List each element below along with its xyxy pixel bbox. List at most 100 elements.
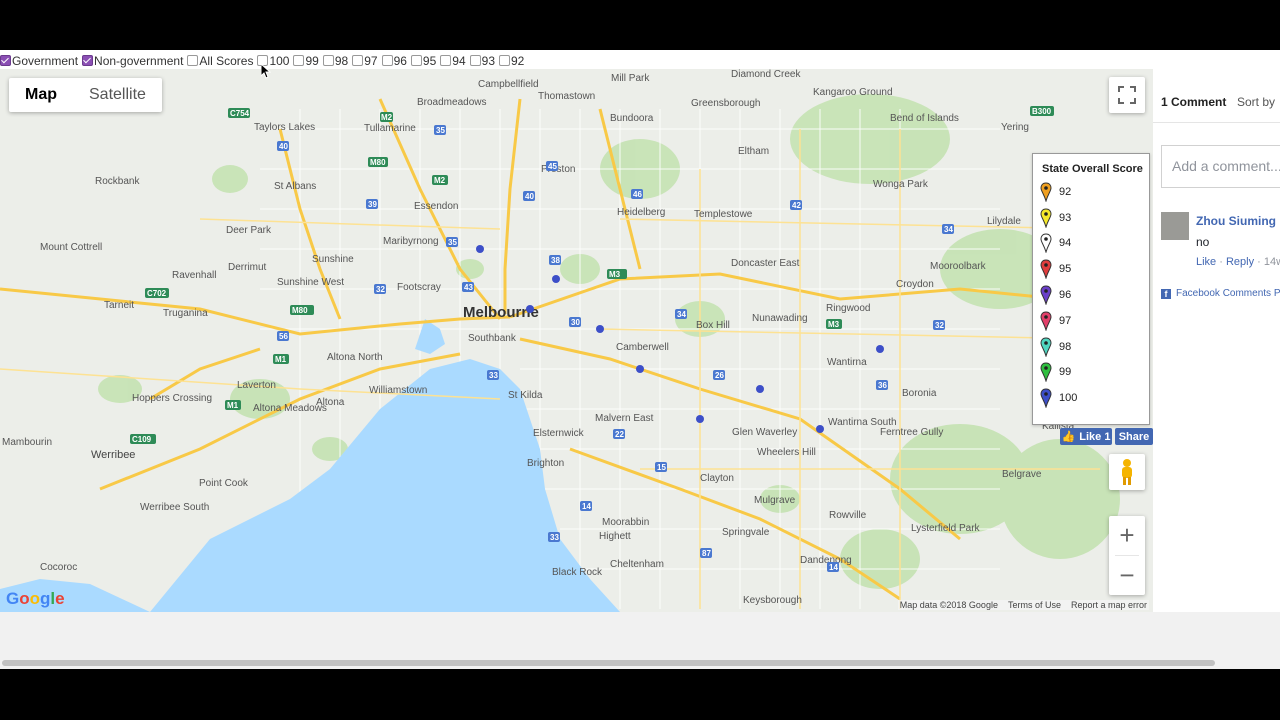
filter-score-95[interactable]: 95 <box>410 54 436 68</box>
horizontal-scrollbar[interactable] <box>0 657 1280 669</box>
svg-text:46: 46 <box>633 190 642 199</box>
place-label: Brighton <box>527 458 564 469</box>
place-label: Laverton <box>237 380 276 391</box>
checkbox-score[interactable] <box>410 55 422 66</box>
place-label: Sunshine West <box>277 277 344 288</box>
comment-timestamp: 14w <box>1263 256 1280 268</box>
svg-text:34: 34 <box>944 225 953 234</box>
place-label: Lilydale <box>987 216 1021 227</box>
legend-item: 95 <box>1040 256 1149 282</box>
fullscreen-button[interactable] <box>1109 77 1145 113</box>
checkbox-score[interactable] <box>469 55 481 66</box>
thumbs-up-icon: 👍 <box>1061 431 1076 443</box>
google-logo-letter: g <box>40 589 51 608</box>
svg-text:M80: M80 <box>370 158 386 167</box>
sort-by-dropdown[interactable]: Sort by <box>1237 95 1275 109</box>
place-label: Mulgrave <box>754 495 796 506</box>
place-label: Footscray <box>397 282 441 293</box>
place-label: Dandenong <box>800 555 852 566</box>
legend-item: 96 <box>1040 282 1149 308</box>
place-label: Ravenhall <box>172 270 216 281</box>
mouse-cursor-icon <box>261 64 271 79</box>
report-map-error-link[interactable]: Report a map error <box>1071 600 1147 610</box>
svg-text:14: 14 <box>829 563 838 572</box>
place-label: Eltham <box>738 146 769 157</box>
filter-all-scores[interactable]: All Scores <box>187 54 253 68</box>
svg-text:34: 34 <box>677 310 686 319</box>
zoom-out-button[interactable]: − <box>1109 556 1145 595</box>
comment-reply-link[interactable]: Reply <box>1226 256 1254 268</box>
filter-score-92[interactable]: 92 <box>499 54 524 68</box>
facebook-like-button[interactable]: 👍 Like 1 <box>1060 428 1112 445</box>
svg-text:43: 43 <box>464 283 473 292</box>
avatar[interactable] <box>1161 212 1189 240</box>
filter-non-government[interactable]: Non-government <box>82 54 183 68</box>
terms-of-use-link[interactable]: Terms of Use <box>1008 600 1061 610</box>
checkbox-government[interactable] <box>0 55 11 66</box>
legend-item: 98 <box>1040 334 1149 360</box>
checkbox-all-scores[interactable] <box>187 55 199 66</box>
filter-score-label: 99 <box>305 53 319 68</box>
legend-item: 97 <box>1040 308 1149 334</box>
checkbox-score[interactable] <box>381 55 393 66</box>
svg-text:33: 33 <box>550 533 559 542</box>
filter-score-93[interactable]: 93 <box>469 54 495 68</box>
svg-text:38: 38 <box>551 256 560 265</box>
place-label: Templestowe <box>694 209 753 220</box>
filter-government[interactable]: Government <box>0 54 78 68</box>
place-label: Broadmeadows <box>417 97 486 108</box>
google-logo: Google <box>6 589 65 609</box>
svg-text:C702: C702 <box>147 289 167 298</box>
legend-score-label: 96 <box>1059 289 1072 302</box>
place-label: Altona Meadows <box>253 403 327 414</box>
filter-score-99[interactable]: 99 <box>293 53 319 68</box>
checkbox-score[interactable] <box>322 55 334 66</box>
legend-item: 99 <box>1040 360 1149 386</box>
legend-score-label: 99 <box>1059 366 1072 379</box>
legend-score-label: 94 <box>1059 237 1072 250</box>
facebook-like-label: Like 1 <box>1079 430 1111 443</box>
add-comment-input[interactable]: Add a comment... <box>1161 145 1280 188</box>
facebook-comments-plugin-link[interactable]: f Facebook Comments Plugin <box>1161 288 1280 299</box>
place-label: Werribee South <box>140 502 209 513</box>
place-label: Highett <box>599 531 631 542</box>
filter-score-97[interactable]: 97 <box>352 54 378 68</box>
checkbox-score[interactable] <box>440 55 452 66</box>
comment-like-link[interactable]: Like <box>1196 256 1216 268</box>
svg-text:M80: M80 <box>292 306 308 315</box>
pegman-icon <box>1122 459 1132 485</box>
zoom-control: + − <box>1109 516 1145 595</box>
place-label: Black Rock <box>552 567 603 578</box>
checkbox-score[interactable] <box>499 55 510 66</box>
place-label: Tarneit <box>104 300 134 311</box>
filter-score-98[interactable]: 98 <box>322 54 348 68</box>
map-pin-icon <box>1040 337 1052 357</box>
checkbox-non-government[interactable] <box>82 55 94 66</box>
map-type-satellite-button[interactable]: Satellite <box>73 78 162 112</box>
map-attribution: Map data ©2018 Google Terms of Use Repor… <box>897 600 1149 610</box>
svg-text:M2: M2 <box>434 176 446 185</box>
scrollbar-thumb[interactable] <box>2 660 1215 666</box>
checkbox-score[interactable] <box>293 55 305 66</box>
map-canvas[interactable]: Melbourne Broadmeadows Campbellfield Mil… <box>0 69 1153 612</box>
place-label: Camberwell <box>616 342 669 353</box>
street-view-pegman[interactable] <box>1109 454 1145 490</box>
legend-score-label: 97 <box>1059 314 1072 327</box>
place-label: Keysborough <box>743 595 802 606</box>
svg-text:30: 30 <box>571 318 580 327</box>
svg-text:M3: M3 <box>609 270 621 279</box>
filter-all-scores-label: All Scores <box>199 53 254 68</box>
map-type-map-button[interactable]: Map <box>9 78 73 112</box>
filter-score-96[interactable]: 96 <box>381 54 407 68</box>
svg-text:87: 87 <box>702 549 711 558</box>
filter-score-94[interactable]: 94 <box>440 54 466 68</box>
svg-text:40: 40 <box>279 142 288 151</box>
comment-author[interactable]: Zhou Siuming <box>1196 214 1276 228</box>
svg-text:M1: M1 <box>227 401 239 410</box>
checkbox-score[interactable] <box>352 55 364 66</box>
zoom-in-button[interactable]: + <box>1109 516 1145 555</box>
place-label: Taylors Lakes <box>254 122 315 133</box>
facebook-share-button[interactable]: Share <box>1115 428 1153 445</box>
score-legend: State Overall Score 92 93 94 95 96 97 98 99 100 <box>1032 153 1150 425</box>
place-label: Williamstown <box>369 385 427 396</box>
